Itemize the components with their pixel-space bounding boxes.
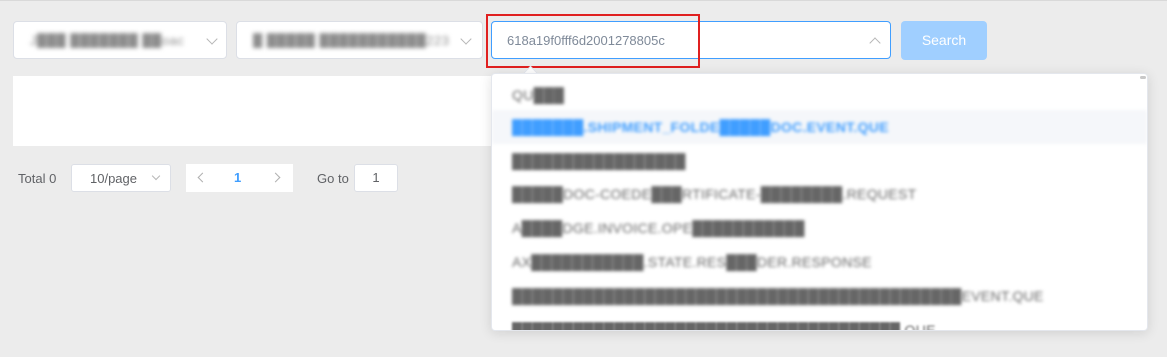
dropdown-option[interactable]: AX███████████.STATE.RES███DER.RESPONSE: [492, 245, 1147, 279]
dropdown-option[interactable]: A████DGE.INVOICE.OPE███████████: [492, 211, 1147, 245]
pagination-total: Total 0: [18, 171, 57, 186]
next-page-icon[interactable]: [270, 172, 281, 183]
page-size-value: 10/page: [90, 171, 137, 186]
filter-select-1[interactable]: J███ ███████ ██oac: [13, 21, 227, 59]
pager: 1: [186, 164, 293, 192]
goto-page-input[interactable]: 1: [354, 164, 398, 192]
dropdown-option[interactable]: █████DOC-COEDE███RTIFICATE-████████.REQU…: [492, 177, 1147, 211]
queue-dropdown: QU███ ███████.SHIPMENT_FOLDE█████DOC.EVE…: [491, 73, 1148, 331]
dropdown-option-selected[interactable]: ███████.SHIPMENT_FOLDE█████DOC.EVENT.QUE: [492, 110, 1147, 144]
search-button[interactable]: Search: [901, 21, 987, 60]
chevron-down-icon: [206, 33, 218, 45]
dropdown-scrollbar[interactable]: [1140, 76, 1146, 79]
chevron-down-icon: [151, 171, 161, 181]
page-size-select[interactable]: 10/page: [71, 164, 171, 192]
goto-label: Go to: [317, 171, 349, 186]
chevron-up-icon: [869, 37, 881, 49]
top-divider: [0, 0, 1167, 1]
dropdown-option[interactable]: QU███: [492, 78, 1147, 112]
dropdown-option[interactable]: ██████████████████████████████████████.Q…: [492, 313, 1147, 330]
filter-select-2-value: █ █████ ███████████223: [253, 33, 450, 48]
results-panel: [13, 76, 493, 146]
pager-current-page[interactable]: 1: [234, 170, 241, 185]
annotation-highlight-box: [486, 14, 700, 68]
chevron-down-icon: [460, 33, 472, 45]
filter-select-2[interactable]: █ █████ ███████████223: [236, 21, 483, 59]
dropdown-option[interactable]: █████████████████: [492, 144, 1147, 178]
prev-page-icon[interactable]: [197, 172, 208, 183]
filter-select-1-value: J███ ███████ ██oac: [30, 33, 185, 48]
dropdown-option[interactable]: ████████████████████████████████████████…: [492, 279, 1147, 313]
